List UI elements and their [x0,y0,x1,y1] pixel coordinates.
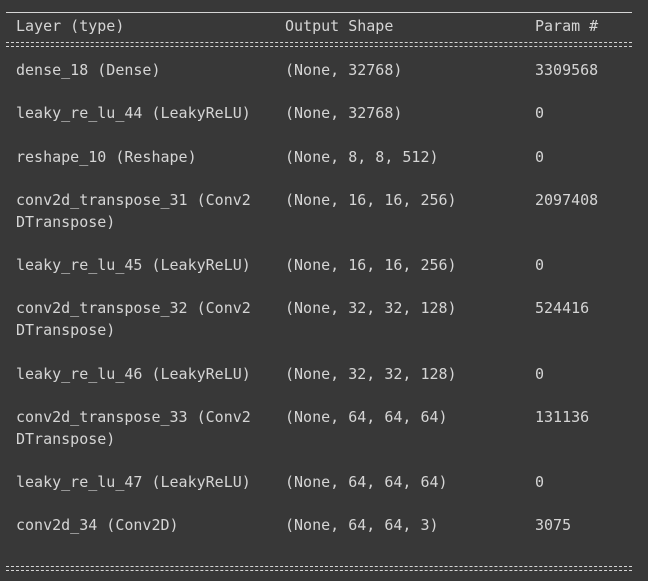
layer-name: leaky_re_lu_46 (LeakyReLU) [16,365,251,383]
top-rule [6,12,632,13]
param-count: 0 [535,104,545,122]
layer-name: conv2d_transpose_33 (Conv2 DTranspose) [16,408,251,448]
output-shape: (None, 8, 8, 512) [285,148,439,166]
param-count: 3075 [535,516,572,534]
layer-name: reshape_10 (Reshape) [16,148,197,166]
param-count: 2097408 [535,191,599,209]
param-count: 3309568 [535,61,599,79]
output-shape: (None, 64, 64, 3) [285,516,439,534]
output-shape: (None, 32, 32, 128) [285,365,457,383]
layer-name: leaky_re_lu_47 (LeakyReLU) [16,473,251,491]
param-count: 0 [535,365,545,383]
footer-separator [6,566,632,571]
model-summary: Layer (type) Output Shape Param # dense_… [6,0,632,581]
layer-name: conv2d_34 (Conv2D) [16,516,179,534]
layer-name: conv2d_transpose_32 (Conv2 DTranspose) [16,299,251,339]
header-output-shape: Output Shape [285,17,394,35]
param-count: 0 [535,256,545,274]
param-count: 131136 [535,408,590,426]
header-layer: Layer (type) [16,17,125,35]
param-count: 524416 [535,299,590,317]
layer-name: leaky_re_lu_44 (LeakyReLU) [16,104,251,122]
header-separator [6,42,632,47]
output-shape: (None, 32768) [285,61,403,79]
layer-name: dense_18 (Dense) [16,61,161,79]
output-shape: (None, 64, 64, 64) [285,408,448,426]
param-count: 0 [535,473,545,491]
output-shape: (None, 32768) [285,104,403,122]
output-shape: (None, 16, 16, 256) [285,256,457,274]
layer-name: conv2d_transpose_31 (Conv2 DTranspose) [16,191,251,231]
output-shape: (None, 16, 16, 256) [285,191,457,209]
header-param-count: Param # [535,17,599,35]
param-count: 0 [535,148,545,166]
layer-name: leaky_re_lu_45 (LeakyReLU) [16,256,251,274]
output-shape: (None, 32, 32, 128) [285,299,457,317]
output-shape: (None, 64, 64, 64) [285,473,448,491]
